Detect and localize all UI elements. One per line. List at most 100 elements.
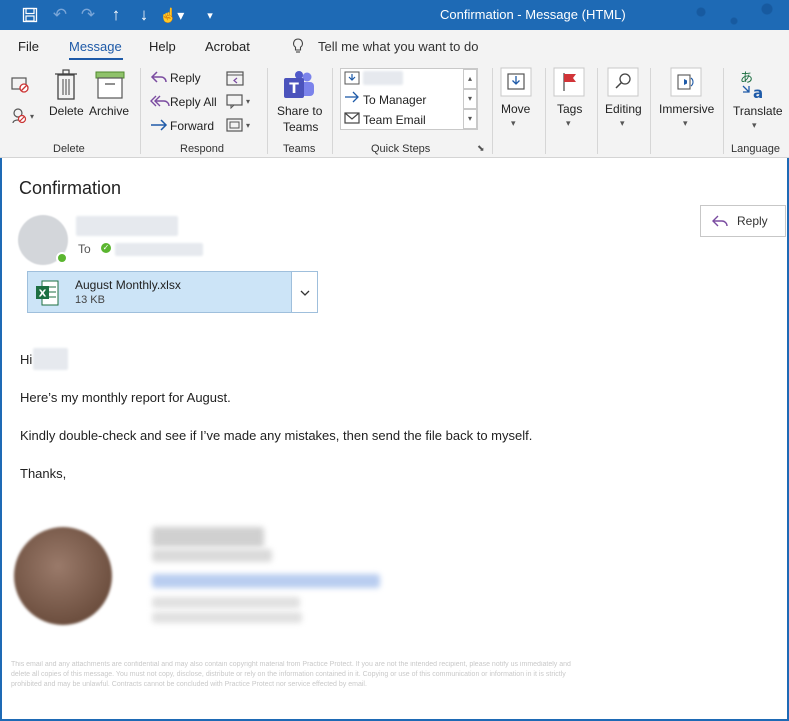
- reply-icon: [150, 71, 167, 83]
- body-greeting: Hi: [20, 352, 33, 367]
- presence-indicator: [56, 252, 68, 264]
- junk-icon[interactable]: ▾: [11, 107, 37, 125]
- save-icon[interactable]: [18, 0, 42, 30]
- group-separator: [545, 68, 546, 154]
- body-line-2: Kindly double-check and see if I’ve made…: [20, 428, 533, 443]
- move-dropdown-icon[interactable]: ▾: [511, 118, 516, 129]
- reply-all-button[interactable]: Reply All: [170, 95, 217, 109]
- immersive-reader-icon[interactable]: [670, 67, 702, 97]
- reply-icon: [712, 215, 728, 227]
- tell-me-search[interactable]: Tell me what you want to do: [318, 39, 478, 54]
- delete-group-label: Delete: [53, 143, 85, 155]
- signature-mobile-blurred: [152, 612, 302, 623]
- title-bar-pattern: [679, 0, 789, 30]
- reply-quick-button[interactable]: Reply: [700, 205, 786, 237]
- svg-text:T: T: [289, 81, 299, 97]
- svg-text:▾: ▾: [246, 121, 250, 130]
- group-separator: [650, 68, 651, 154]
- email-disclaimer: This email and any attachments are confi…: [11, 661, 571, 688]
- share-to-teams-label-line2: Teams: [283, 120, 319, 134]
- im-reply-icon[interactable]: ▾: [226, 93, 256, 109]
- move-button[interactable]: Move: [501, 102, 530, 116]
- forward-button[interactable]: Forward: [170, 119, 214, 133]
- active-tab-indicator: [69, 58, 123, 60]
- reply-quick-button-label: Reply: [737, 214, 768, 228]
- attachment-name: August Monthly.xlsx: [75, 278, 181, 292]
- recipient-verified-icon: ✓: [101, 243, 111, 253]
- forward-icon: [151, 119, 168, 131]
- trash-icon[interactable]: [54, 69, 78, 101]
- language-group-label: Language: [731, 143, 780, 155]
- immersive-button[interactable]: Immersive: [659, 102, 714, 116]
- share-to-teams-button[interactable]: Share to: [277, 104, 322, 118]
- teams-group-label: Teams: [283, 143, 316, 155]
- group-separator: [723, 68, 724, 154]
- svg-text:▾: ▾: [30, 112, 34, 121]
- move-icon[interactable]: [500, 67, 532, 97]
- signature-phone-blurred: [152, 597, 300, 608]
- undo-icon[interactable]: ↶: [48, 0, 72, 30]
- group-separator: [140, 68, 141, 154]
- archive-button[interactable]: Archive: [89, 104, 129, 118]
- reply-all-icon: [150, 95, 170, 107]
- translate-dropdown-icon[interactable]: ▾: [752, 120, 757, 131]
- previous-item-icon[interactable]: ↑: [104, 0, 128, 30]
- svg-text:▾: ▾: [246, 97, 250, 106]
- quick-steps-group-label: Quick Steps: [371, 143, 431, 155]
- scroll-up-icon[interactable]: ▴: [463, 69, 477, 89]
- body-line-1: Here’s my monthly report for August.: [20, 390, 231, 405]
- customize-toolbar-icon[interactable]: ▾: [200, 0, 220, 30]
- tab-message[interactable]: Message: [69, 39, 122, 54]
- expand-gallery-icon[interactable]: ▾: [463, 109, 477, 129]
- signature-title-blurred: [152, 549, 272, 562]
- delete-button[interactable]: Delete: [49, 104, 84, 118]
- redacted-quick-step[interactable]: [363, 71, 403, 85]
- attachment-size: 13 KB: [75, 294, 105, 306]
- redacted-recipient[interactable]: [115, 243, 203, 256]
- arrow-right-icon: [345, 91, 359, 103]
- tab-help[interactable]: Help: [149, 39, 176, 54]
- teams-icon[interactable]: T: [282, 70, 316, 100]
- archive-icon[interactable]: [95, 70, 125, 100]
- translate-icon[interactable]: あa: [739, 68, 771, 100]
- dialog-launcher-icon[interactable]: ⬊: [477, 143, 485, 154]
- body-closing: Thanks,: [20, 466, 67, 481]
- next-item-icon[interactable]: ↓: [132, 0, 156, 30]
- signature-name-blurred: [152, 527, 264, 547]
- editing-dropdown-icon[interactable]: ▾: [620, 118, 625, 129]
- quick-step-team-email[interactable]: Team Email: [363, 113, 426, 127]
- tags-button[interactable]: Tags: [557, 102, 582, 116]
- svg-text:a: a: [753, 84, 763, 100]
- quick-step-to-manager[interactable]: To Manager: [363, 93, 426, 107]
- title-bar: ↶ ↷ ↑ ↓ ☝▾ ▾ Confirmation - Message (HTM…: [0, 0, 789, 30]
- lightbulb-icon: [293, 38, 303, 53]
- group-separator: [597, 68, 598, 154]
- search-icon[interactable]: [607, 67, 639, 97]
- tags-dropdown-icon[interactable]: ▾: [566, 118, 571, 129]
- attachment-card[interactable]: X August Monthly.xlsx 13 KB: [27, 271, 318, 313]
- more-respond-icon[interactable]: ▾: [226, 117, 256, 133]
- attachment-options-chevron-down-icon[interactable]: [291, 272, 317, 312]
- immersive-dropdown-icon[interactable]: ▾: [683, 118, 688, 129]
- flag-icon[interactable]: [553, 67, 585, 97]
- reply-button[interactable]: Reply: [170, 71, 201, 85]
- redacted-sender-name[interactable]: [76, 216, 178, 236]
- signature-email-blurred: [152, 574, 380, 588]
- translate-button[interactable]: Translate: [733, 104, 783, 118]
- ignore-icon[interactable]: [11, 76, 31, 94]
- move-to-folder-icon: [344, 71, 360, 85]
- excel-file-icon: X: [36, 280, 59, 306]
- tab-file[interactable]: File: [18, 39, 39, 54]
- meeting-reply-icon[interactable]: [226, 69, 244, 86]
- group-separator: [332, 68, 333, 154]
- touch-mode-icon[interactable]: ☝▾: [158, 0, 186, 30]
- group-separator: [492, 68, 493, 154]
- quick-steps-scroller: ▴ ▾ ▾: [463, 69, 477, 129]
- tab-acrobat[interactable]: Acrobat: [205, 39, 250, 54]
- email-icon: [344, 112, 360, 124]
- redacted-recipient-name: [33, 348, 68, 370]
- editing-button[interactable]: Editing: [605, 102, 642, 116]
- scroll-down-icon[interactable]: ▾: [463, 89, 477, 109]
- svg-text:X: X: [39, 289, 47, 300]
- redo-icon[interactable]: ↷: [76, 0, 100, 30]
